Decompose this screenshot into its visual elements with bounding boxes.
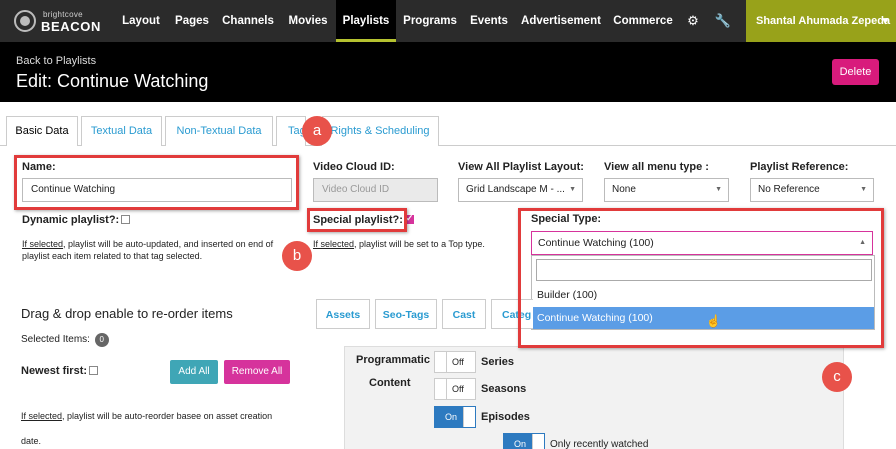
special-playlist-help: If selected, playlist will be set to a T… (313, 238, 513, 250)
subtab-seo-tags[interactable]: Seo-Tags (375, 299, 437, 329)
tab-non-textual-data[interactable]: Non-Textual Data (165, 116, 273, 146)
chevron-down-icon: ▾ (882, 15, 888, 27)
help-text-2: playlist each item related to that tag s… (22, 251, 203, 261)
newest-first-label: Newest first: (21, 365, 99, 377)
menu-type-select[interactable]: None ▼ (604, 178, 729, 202)
selected-items: Selected Items: 0 (21, 333, 109, 347)
content-label: Content (369, 377, 411, 389)
page-header: Back to Playlists Edit: Continue Watchin… (0, 42, 896, 102)
wrench-icon[interactable]: 🔧 (714, 0, 732, 42)
caret-down-icon: ▼ (860, 186, 867, 193)
seasons-toggle[interactable]: Off (434, 378, 476, 400)
dynamic-playlist-label: Dynamic playlist?: (22, 214, 131, 226)
programmatic-panel: Programmatic Content Off Series Off Seas… (344, 346, 844, 449)
recently-watched-toggle[interactable]: On (503, 433, 545, 449)
back-link[interactable]: Back to Playlists (16, 55, 96, 67)
nav-layout[interactable]: Layout (116, 0, 166, 42)
callout-c: c (822, 362, 852, 392)
annotation-box-a (14, 155, 299, 210)
help-text: , playlist will be set to a Top type. (354, 239, 485, 249)
annotation-box-b (307, 208, 407, 232)
selected-items-label: Selected Items: (21, 334, 90, 345)
caret-down-icon: ▼ (715, 186, 722, 193)
toggle-state: On (514, 439, 527, 449)
user-name: Shantal Ahumada Zepeda (756, 15, 891, 27)
dynamic-playlist-checkbox[interactable] (121, 215, 131, 224)
nav-channels[interactable]: Channels (218, 0, 278, 42)
remove-all-button[interactable]: Remove All (224, 360, 290, 384)
brightcove-logo-icon (14, 10, 36, 32)
nav-pages[interactable]: Pages (168, 0, 216, 42)
nav-events[interactable]: Events (464, 0, 514, 42)
reorder-help: If selected, playlist will be auto-reord… (21, 404, 311, 449)
callout-b: b (282, 241, 312, 271)
callout-a: a (302, 116, 332, 146)
subtab-assets[interactable]: Assets (316, 299, 370, 329)
newest-first-text: Newest first: (21, 365, 88, 377)
reference-select[interactable]: No Reference ▼ (750, 178, 874, 202)
episodes-toggle[interactable]: On (434, 406, 476, 428)
gear-icon[interactable]: ⚙ (684, 0, 702, 42)
nav-programs[interactable]: Programs (398, 0, 462, 42)
top-nav: brightcove BEACON Layout Pages Channels … (0, 0, 896, 42)
nav-playlists[interactable]: Playlists (336, 0, 396, 42)
help-underline: If selected (313, 239, 355, 249)
user-menu[interactable]: Shantal Ahumada Zepeda ▾ (746, 0, 896, 42)
reference-select-value: No Reference (758, 184, 820, 195)
toggle-state: On (445, 412, 458, 422)
logo-big-text: BEACON (41, 19, 101, 34)
series-toggle[interactable]: Off (434, 351, 476, 373)
reorder-title: Drag & drop enable to re-order items (21, 306, 233, 321)
tab-bar: Basic Data Textual Data Non-Textual Data… (0, 102, 896, 146)
dynamic-playlist-help: If selected, playlist will be auto-updat… (22, 238, 302, 262)
help-text: , playlist will be auto-reorder basee on… (62, 411, 273, 421)
layout-select-value: Grid Landscape M - ... (466, 184, 565, 195)
annotation-box-c (518, 208, 884, 348)
nav-movies[interactable]: Movies (280, 0, 336, 42)
menu-type-select-value: None (612, 184, 636, 195)
newest-first-checkbox[interactable] (89, 366, 99, 375)
dynamic-playlist-text: Dynamic playlist?: (22, 214, 120, 226)
beacon-logo[interactable]: brightcove BEACON (14, 8, 104, 36)
toggle-state: Off (452, 384, 464, 394)
series-label: Series (481, 356, 515, 368)
video-cloud-id-field[interactable]: Video Cloud ID (313, 178, 438, 202)
caret-down-icon: ▼ (569, 186, 576, 193)
add-all-button[interactable]: Add All (170, 360, 218, 384)
toggle-knob (435, 352, 447, 372)
video-cloud-id-label: Video Cloud ID: (313, 161, 395, 173)
toggle-knob (463, 407, 475, 427)
logo-small-text: brightcove (43, 10, 83, 19)
help-underline: If selected (21, 411, 63, 421)
recently-watched-label: Only recently watched (550, 439, 649, 449)
seasons-label: Seasons (481, 383, 527, 395)
delete-button[interactable]: Delete (832, 59, 879, 85)
layout-select[interactable]: Grid Landscape M - ... ▼ (458, 178, 583, 202)
reference-label: Playlist Reference: (750, 161, 849, 173)
tab-rights-scheduling[interactable]: Rights & Scheduling (322, 116, 439, 146)
tab-textual-data[interactable]: Textual Data (81, 116, 162, 146)
help-text: , playlist will be auto-updated, and ins… (63, 239, 274, 249)
nav-commerce[interactable]: Commerce (610, 0, 676, 42)
page-title: Edit: Continue Watching (16, 71, 209, 91)
menu-type-label: View all menu type : (604, 161, 709, 173)
help-text-2: date. (21, 436, 42, 446)
toggle-knob (435, 379, 447, 399)
layout-label: View All Playlist Layout: (458, 161, 584, 173)
programmatic-label: Programmatic (356, 354, 430, 366)
episodes-label: Episodes (481, 411, 530, 423)
nav-advertisement[interactable]: Advertisement (516, 0, 606, 42)
selected-count-badge: 0 (94, 333, 109, 347)
tab-basic-data[interactable]: Basic Data (6, 116, 78, 146)
subtab-cast[interactable]: Cast (442, 299, 486, 329)
toggle-knob (532, 434, 544, 449)
help-underline: If selected (22, 239, 64, 249)
toggle-state: Off (452, 357, 464, 367)
